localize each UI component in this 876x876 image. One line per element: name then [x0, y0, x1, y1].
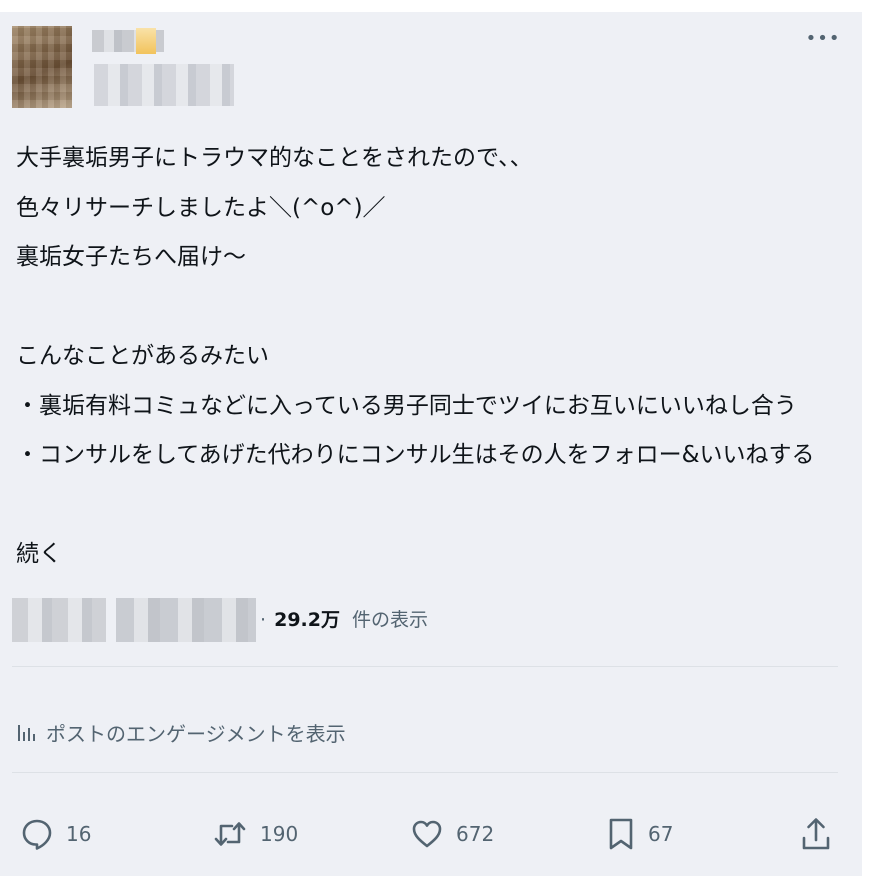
reply-count: 16 — [66, 822, 92, 846]
tweet-meta: · 29.2万 件の表示 — [12, 584, 852, 642]
author-name-blurred[interactable] — [92, 28, 164, 54]
meta-separator: · — [260, 609, 267, 631]
tweet-text-line: 裏垢女子たちへ届け〜 — [16, 244, 246, 270]
views-label: 件の表示 — [352, 609, 429, 631]
reply-button[interactable]: 16 — [20, 804, 91, 864]
tweet-text-line: 大手裏垢男子にトラウマ的なことをされたので、、 — [16, 145, 533, 171]
analytics-icon — [18, 725, 35, 741]
bookmark-count: 67 — [648, 822, 674, 846]
tweet-text-line: ・裏垢有料コミュなどに入っている男子同士でツイにお互いにいいねし合う — [16, 392, 797, 419]
like-button[interactable]: 672 — [410, 804, 494, 864]
like-count: 672 — [456, 822, 495, 846]
tweet-text-line — [16, 283, 846, 333]
heart-icon — [412, 820, 442, 848]
bookmark-icon — [609, 818, 633, 850]
post-date-blurred[interactable] — [116, 598, 256, 642]
bookmark-button[interactable]: 67 — [606, 804, 673, 864]
more-horizontal-icon[interactable]: ••• — [806, 24, 840, 52]
tweet-card: ••• 大手裏垢男子にトラウマ的なことをされたので、、 色々リサーチしましたよ＼… — [0, 12, 862, 876]
repost-button[interactable]: 190 — [212, 804, 298, 864]
divider — [12, 772, 838, 773]
tweet-text-line: こんなことがあるみたい — [16, 343, 269, 369]
divider — [12, 666, 838, 667]
view-engagement-label: ポストのエンゲージメントを表示 — [46, 721, 346, 746]
view-engagement-link[interactable]: ポストのエンゲージメントを表示 — [16, 712, 346, 752]
name-emoji-blurred — [136, 28, 156, 54]
tweet-text-line: 色々リサーチしましたよ＼(^o^)／ — [16, 194, 386, 221]
view-count: · 29.2万 件の表示 — [260, 608, 428, 632]
share-button[interactable] — [800, 804, 844, 864]
author-avatar[interactable] — [12, 26, 72, 108]
action-bar: 16 190 672 67 — [0, 804, 862, 864]
views-count: 29.2万 — [274, 609, 340, 631]
share-icon — [802, 818, 830, 850]
reply-icon — [22, 819, 52, 850]
tweet-text-line: ・コンサルをしてあげた代わりにコンサル生はその人をフォロー&いいねする — [16, 442, 815, 468]
tweet-text-line: 続く — [16, 541, 62, 567]
repost-count: 190 — [260, 822, 299, 846]
post-time-blurred[interactable] — [12, 598, 106, 642]
author-handle-blurred[interactable] — [94, 64, 234, 106]
tweet-text: 大手裏垢男子にトラウマ的なことをされたので、、 色々リサーチしましたよ＼(^o^… — [16, 134, 846, 580]
repost-icon — [214, 822, 246, 846]
tweet-text-line — [16, 481, 846, 531]
